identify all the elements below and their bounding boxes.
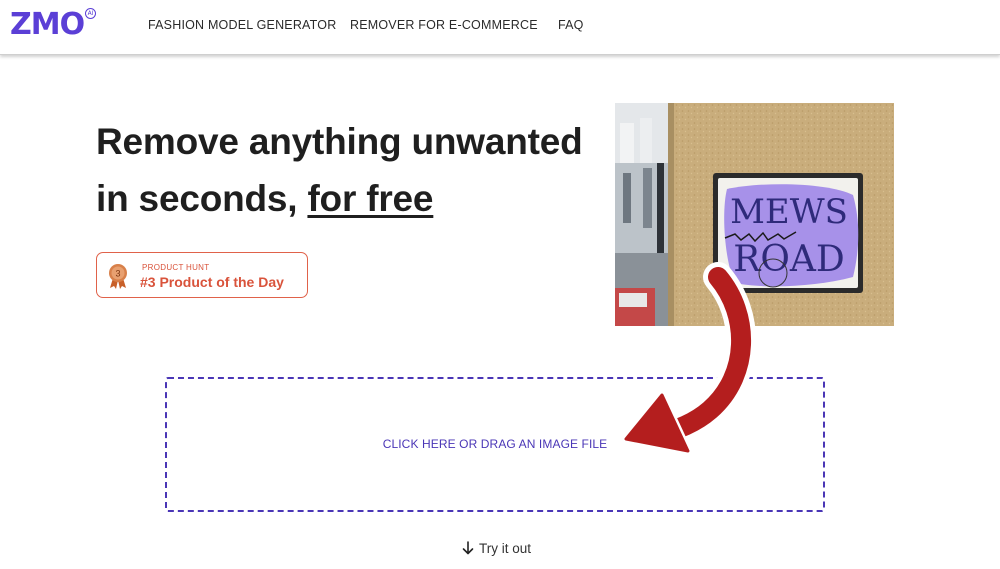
street-sign-illustration: MEWS ROAD <box>615 103 894 326</box>
hero-headline-line2: in seconds, for free <box>96 177 434 221</box>
try-it-out-label: Try it out <box>479 540 532 556</box>
headline-text: in seconds, <box>96 178 308 219</box>
product-hunt-label: PRODUCT HUNT <box>142 263 210 272</box>
highlight-text: anything <box>248 121 402 162</box>
logo-ai-badge: AI <box>85 8 97 19</box>
svg-text:3: 3 <box>115 269 120 279</box>
sign-line2: ROAD <box>733 239 844 280</box>
dropzone-label: CLICK HERE OR DRAG AN IMAGE FILE <box>382 437 608 451</box>
product-hunt-badge[interactable]: 3 PRODUCT HUNT #3 Product of the Day <box>96 252 308 298</box>
medal-icon: 3 <box>109 264 127 289</box>
product-hunt-rank: #3 Product of the Day <box>140 274 284 290</box>
arrow-down-icon <box>462 541 474 555</box>
logo-text: ZMO <box>10 7 85 42</box>
hero-headline-line1: Remove anything unwanted <box>96 120 583 164</box>
demo-image-street-sign: MEWS ROAD <box>615 103 894 326</box>
try-it-out-link[interactable]: Try it out <box>460 540 531 556</box>
highlighted-word: anything <box>246 120 403 164</box>
nav-remover-for-ecommerce[interactable]: REMOVER FOR E-COMMERCE <box>350 17 538 33</box>
nav-fashion-model-generator[interactable]: FASHION MODEL GENERATOR <box>148 17 336 33</box>
sign-line1: MEWS <box>730 192 848 232</box>
nav-faq[interactable]: FAQ <box>558 17 584 33</box>
top-nav-bar: ZMO AI FASHION MODEL GENERATOR REMOVER F… <box>0 0 1000 55</box>
image-upload-dropzone[interactable]: CLICK HERE OR DRAG AN IMAGE FILE <box>165 377 825 512</box>
for-free-link[interactable]: for free <box>307 178 433 219</box>
headline-text: Remove <box>96 121 249 162</box>
headline-text: unwanted <box>401 121 583 162</box>
zmo-logo[interactable]: ZMO AI <box>10 7 97 43</box>
